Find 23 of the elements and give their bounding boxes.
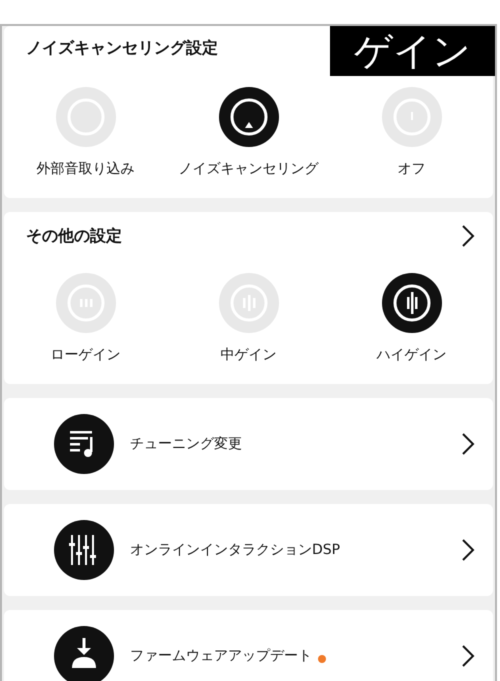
menu-label: オンラインインタラクションDSP [130,540,340,560]
section-title: その他の設定 [26,225,122,247]
bars-icon[interactable] [382,273,442,333]
equalizer-icon [54,520,114,580]
download-icon [54,626,114,681]
option-label[interactable]: ノイズキャンセリング [178,159,318,180]
menu-row[interactable]: チューニング変更 [4,398,493,490]
section-title: ノイズキャンセリング設定 [26,37,218,59]
option-label[interactable]: オフ [398,159,426,180]
chevron-right-icon [461,224,475,248]
menu-row[interactable]: オンラインインタラクションDSP [4,504,493,596]
chevron-right-icon [461,432,475,456]
option-label[interactable]: 中ゲイン [220,345,276,366]
menu-row[interactable]: ファームウェアアップデート [4,610,493,681]
list-music-icon [54,414,114,474]
chevron-right-icon [461,538,475,562]
option-label[interactable]: 外部音取り込み [36,159,134,180]
option-label[interactable]: ローゲイン [50,345,120,366]
menu-label: ファームウェアアップデート [130,646,312,666]
menu-label: チューニング変更 [130,434,242,454]
chevron-right-icon [461,644,475,668]
option-label[interactable]: ハイゲイン [376,345,446,366]
caption-label: ゲイン [330,26,495,76]
